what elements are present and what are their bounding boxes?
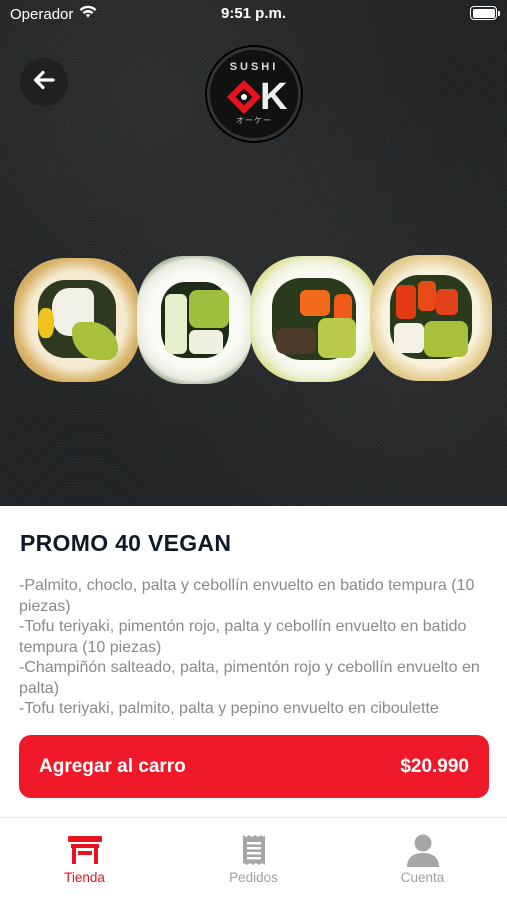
battery-icon bbox=[470, 6, 500, 20]
sushi-roll-4 bbox=[370, 255, 492, 381]
arrow-left-icon bbox=[31, 67, 57, 98]
product-details: PROMO 40 VEGAN -Palmito, choclo, palta y… bbox=[0, 506, 507, 816]
status-time: 9:51 p.m. bbox=[220, 5, 287, 22]
product-detail-screen: Operador 9:51 p.m. SUSHI K オーケー PROMO 40… bbox=[0, 0, 507, 900]
sushi-roll-3 bbox=[250, 256, 378, 382]
tab-cuenta[interactable]: Cuenta bbox=[338, 818, 507, 900]
product-description: -Palmito, choclo, palta y cebollín envue… bbox=[19, 576, 489, 716]
tab-tienda[interactable]: Tienda bbox=[0, 818, 169, 900]
description-line: -Palmito, choclo, palta y cebollín envue… bbox=[19, 577, 475, 615]
tab-pedidos[interactable]: Pedidos bbox=[169, 818, 338, 900]
product-title: PROMO 40 VEGAN bbox=[20, 530, 232, 556]
add-to-cart-label: Agregar al carro bbox=[39, 755, 186, 777]
description-line: -Champiñón salteado, palta, pimentón roj… bbox=[19, 659, 480, 697]
description-line: -Tofu teriyaki, palmito, palta y pepino … bbox=[19, 700, 439, 716]
tab-label: Pedidos bbox=[229, 870, 278, 885]
logo-sub-text: オーケー bbox=[236, 116, 272, 125]
price-label: $20.990 bbox=[400, 755, 469, 777]
logo-top-text: SUSHI bbox=[229, 61, 279, 73]
sushi-roll-1 bbox=[14, 258, 140, 382]
add-to-cart-button[interactable]: Agregar al carro $20.990 bbox=[19, 735, 489, 798]
description-line: -Tofu teriyaki, pimentón rojo, palta y c… bbox=[19, 618, 467, 656]
brand-logo: SUSHI K オーケー bbox=[207, 47, 301, 141]
receipt-icon bbox=[241, 832, 267, 868]
sushi-roll-2 bbox=[137, 256, 252, 384]
bottom-tab-bar: Tienda Pedidos Cuenta bbox=[0, 817, 507, 900]
user-icon bbox=[406, 832, 440, 868]
store-icon bbox=[67, 832, 103, 868]
product-hero-image: Operador 9:51 p.m. SUSHI K オーケー bbox=[0, 0, 507, 506]
back-button[interactable] bbox=[20, 58, 68, 106]
tab-label: Tienda bbox=[64, 870, 105, 885]
tab-label: Cuenta bbox=[400, 870, 445, 885]
logo-letter: K bbox=[260, 76, 288, 118]
status-bar: Operador 9:51 p.m. bbox=[0, 0, 507, 28]
logo-diamond-icon bbox=[227, 80, 261, 114]
